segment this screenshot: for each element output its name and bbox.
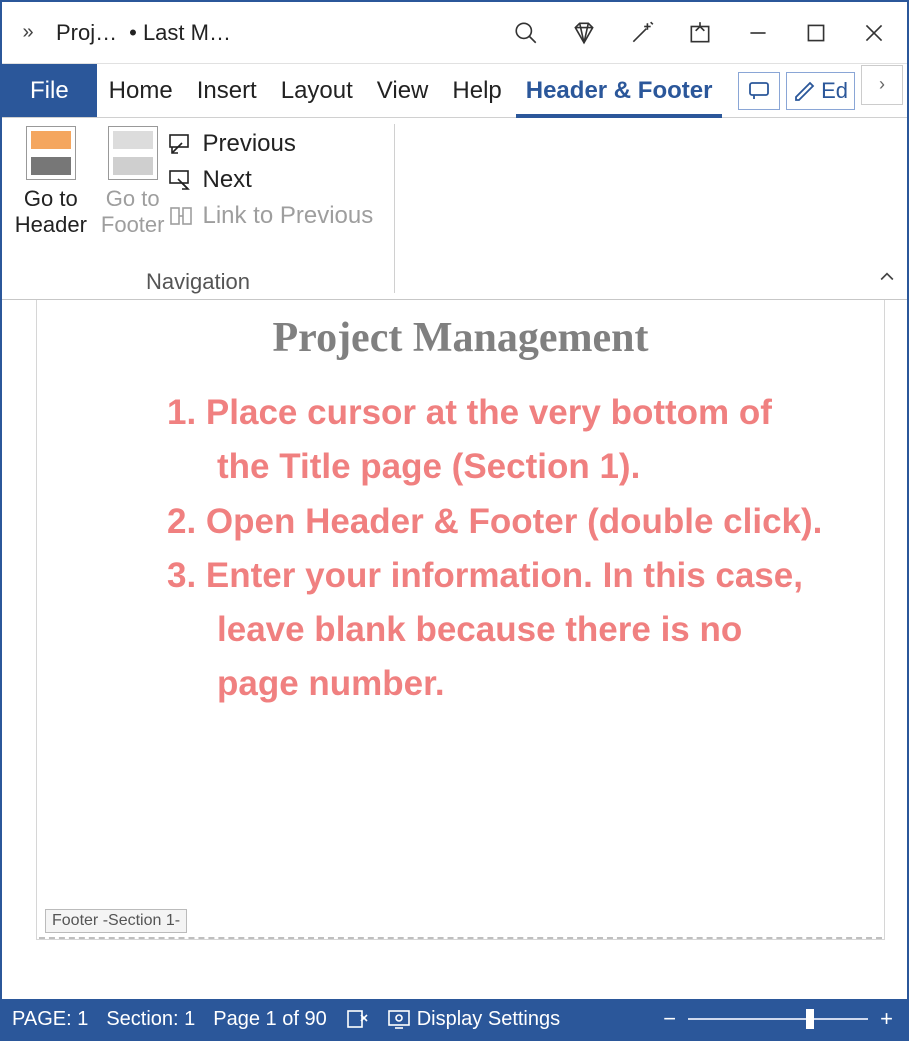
goto-header-l1: Go to (24, 186, 78, 211)
next-label: Next (202, 166, 251, 194)
goto-header-l2: Header (15, 212, 87, 237)
zoom-in-button[interactable]: + (876, 1006, 897, 1032)
maximize-button[interactable] (787, 13, 845, 53)
document-name: Proj… (50, 20, 123, 46)
goto-footer-l2: Footer (101, 212, 165, 237)
tab-insert[interactable]: Insert (185, 64, 269, 117)
document-page: Project Management 1. Place cursor at th… (36, 300, 885, 940)
status-section: Section: 1 (106, 1008, 195, 1031)
link-to-previous-label: Link to Previous (202, 202, 373, 230)
titlebar: » Proj… • Last M… (2, 2, 907, 64)
send-to-front-icon[interactable] (671, 13, 729, 53)
ribbon-panel: Go toHeader Go toFooter Previous (2, 118, 907, 300)
page-title: Project Management (37, 300, 884, 362)
close-button[interactable] (845, 13, 903, 53)
tab-file[interactable]: File (2, 64, 97, 117)
zoom-slider-thumb[interactable] (806, 1009, 814, 1029)
editing-label: Ed (821, 78, 848, 104)
tab-view[interactable]: View (365, 64, 441, 117)
status-page: PAGE: 1 (12, 1008, 88, 1031)
go-to-footer-button: Go toFooter (101, 126, 165, 239)
ribbon-overflow-button[interactable]: › (861, 65, 903, 105)
document-area[interactable]: Project Management 1. Place cursor at th… (2, 300, 907, 999)
status-page-of: Page 1 of 90 (213, 1008, 326, 1031)
display-settings-label: Display Settings (417, 1008, 560, 1031)
search-icon[interactable] (497, 13, 555, 53)
tab-home[interactable]: Home (97, 64, 185, 117)
previous-label: Previous (202, 130, 295, 158)
previous-section-button[interactable]: Previous (168, 130, 373, 158)
overlay-instructions: 1. Place cursor at the very bottom of th… (37, 362, 884, 732)
link-to-previous-button: Link to Previous (168, 202, 373, 230)
ribbon-group-title: Navigation (2, 269, 394, 295)
footer-icon (108, 126, 158, 180)
goto-footer-l1: Go to (106, 186, 160, 211)
go-to-header-button[interactable]: Go toHeader (15, 126, 87, 239)
tab-layout[interactable]: Layout (269, 64, 365, 117)
instruction-step-1: 1. Place cursor at the very bottom of th… (167, 386, 824, 495)
next-section-button[interactable]: Next (168, 166, 373, 194)
editing-mode-button[interactable]: Ed (786, 72, 855, 110)
display-settings-button[interactable]: Display Settings (387, 1007, 560, 1031)
premium-diamond-icon[interactable] (555, 13, 613, 53)
status-spellcheck-icon[interactable] (345, 1007, 369, 1031)
quick-access-more-button[interactable]: » (6, 21, 50, 44)
app-window: » Proj… • Last M… File Home I (0, 0, 909, 1041)
footer-section-tag: Footer -Section 1- (45, 909, 187, 933)
instruction-step-3: 3. Enter your information. In this case,… (167, 549, 824, 712)
tab-help[interactable]: Help (440, 64, 513, 117)
title-dropdown-icon[interactable] (237, 22, 253, 43)
autosave-status: • Last M… (123, 20, 237, 46)
zoom-out-button[interactable]: − (659, 1006, 680, 1032)
collapse-ribbon-icon[interactable] (877, 267, 897, 293)
instruction-step-2: 2. Open Header & Footer (double click). (167, 495, 824, 549)
magic-wand-icon[interactable] (613, 13, 671, 53)
zoom-slider[interactable] (688, 1018, 868, 1020)
ribbon-tabs: File Home Insert Layout View Help Header… (2, 64, 907, 118)
footer-separator (39, 937, 882, 939)
tab-header-footer[interactable]: Header & Footer (514, 64, 725, 117)
statusbar: PAGE: 1 Section: 1 Page 1 of 90 Display … (2, 999, 907, 1039)
comments-button[interactable] (738, 72, 780, 110)
header-icon (26, 126, 76, 180)
minimize-button[interactable] (729, 13, 787, 53)
zoom-control: − + (659, 1006, 897, 1032)
